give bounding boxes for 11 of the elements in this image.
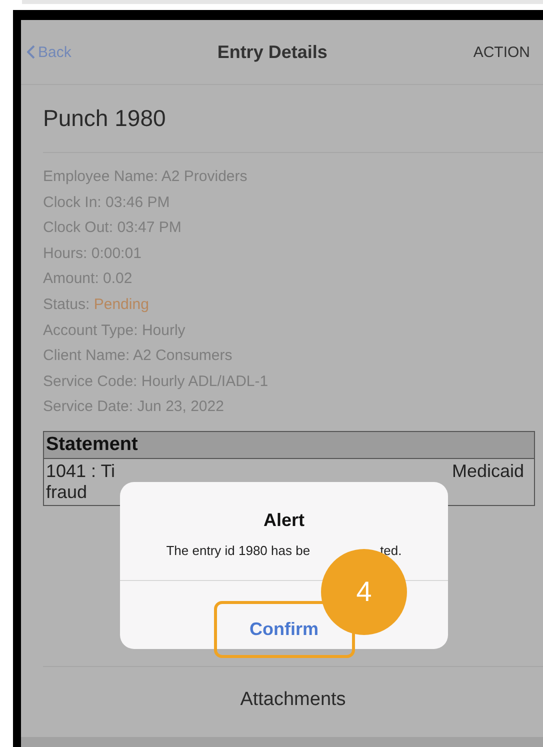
- statement-text: 1041 : Ti: [46, 460, 116, 482]
- action-button[interactable]: ACTION: [473, 44, 530, 60]
- attachments-item[interactable]: Attachments: [240, 689, 346, 711]
- alert-title: Alert: [263, 510, 304, 531]
- screen-title: Entry Details: [217, 42, 328, 62]
- back-chevron-icon: [27, 45, 35, 59]
- alert-message: The entry id 1980 has be: [166, 543, 310, 558]
- statement-text: fraud: [46, 482, 88, 503]
- statement-text: Medicaid: [452, 460, 524, 482]
- statement-header: Statement: [44, 432, 534, 459]
- record-title: Punch 1980: [43, 85, 543, 153]
